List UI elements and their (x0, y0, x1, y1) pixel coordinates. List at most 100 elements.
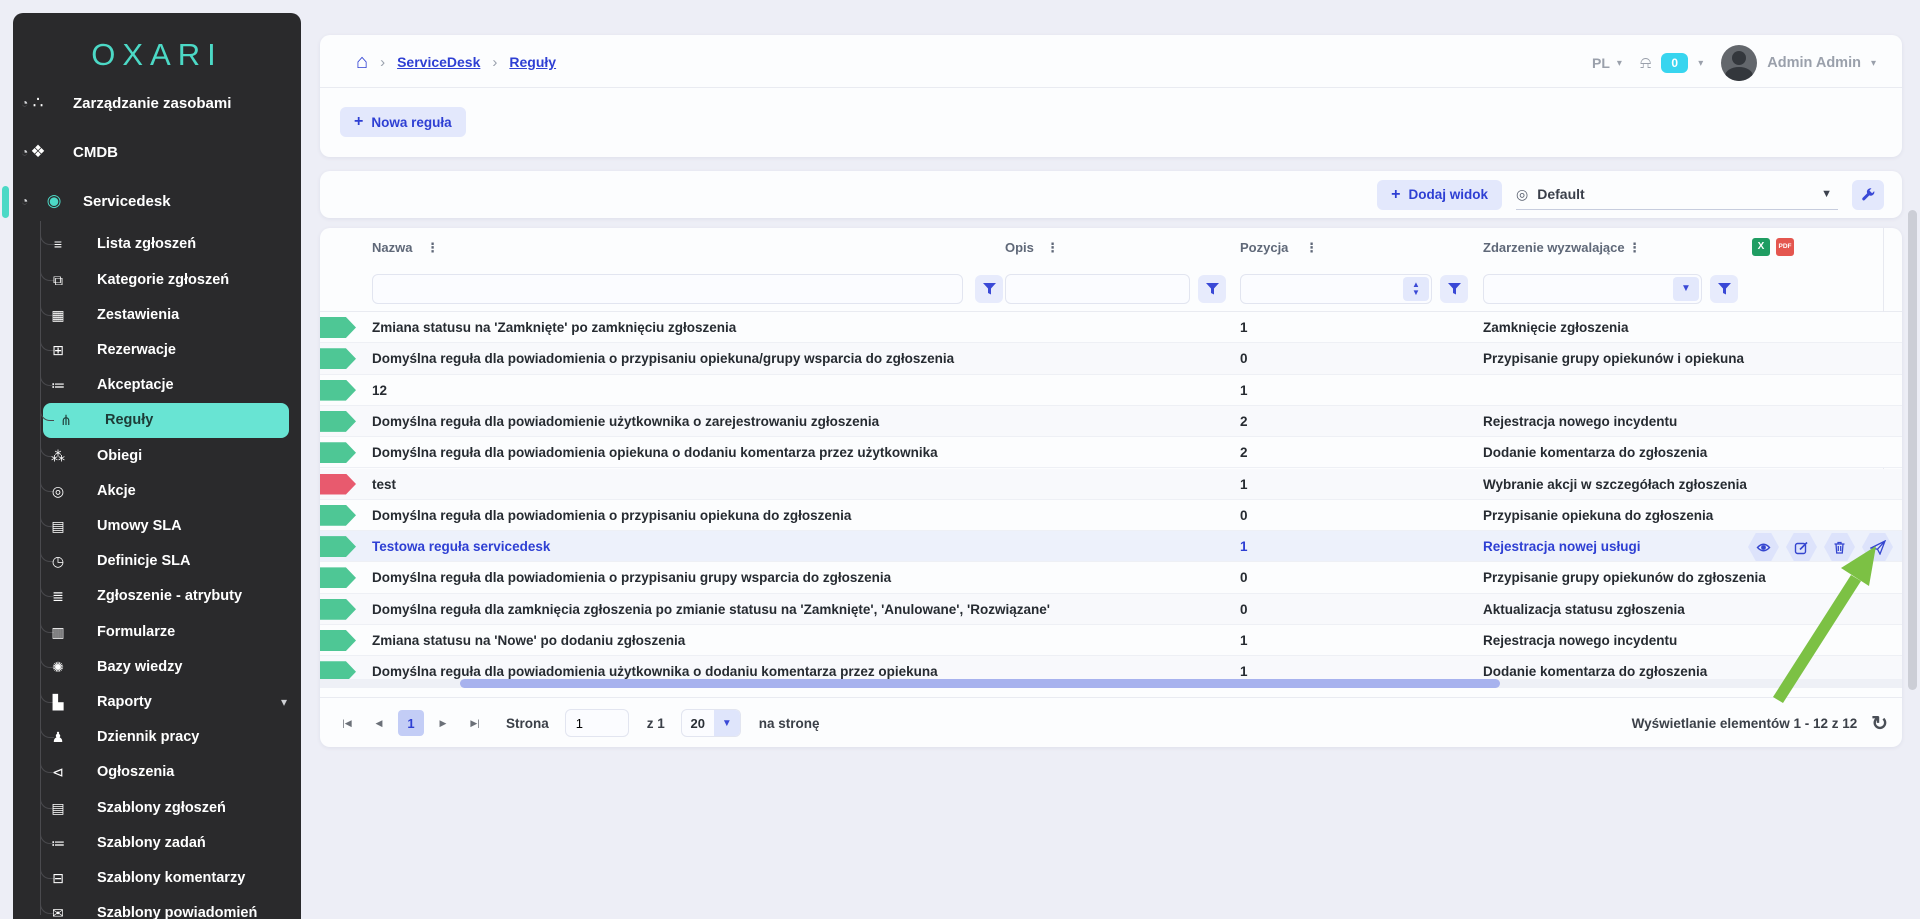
green-status-tag (320, 505, 356, 526)
sidebar-item-bazy-wiedzy[interactable]: ✺Bazy wiedzy (13, 650, 301, 685)
first-page-button[interactable]: |◀ (334, 710, 360, 736)
breadcrumb-separator-icon: › (492, 54, 497, 71)
add-view-button[interactable]: + Dodaj widok (1377, 180, 1502, 210)
column-menu-icon[interactable]: ⋮ (1305, 228, 1318, 266)
last-page-button[interactable]: ▶| (462, 710, 488, 736)
sidebar-item-label: Bazy wiedzy (97, 650, 182, 685)
sidebar-item-definicje-sla[interactable]: ◷Definicje SLA (13, 544, 301, 579)
horizontal-scrollbar-thumb[interactable] (460, 679, 1500, 688)
prev-page-button[interactable]: ◀ (366, 710, 392, 736)
language-selector[interactable]: PL ▾ (1592, 55, 1622, 71)
filter-opis-input[interactable] (1006, 275, 1189, 303)
avatar[interactable] (1721, 45, 1757, 81)
table-row[interactable]: test1Wybranie akcji w szczegółach zgłosz… (320, 469, 1902, 500)
notifications-count-badge[interactable]: 0 (1661, 53, 1688, 73)
column-header-pozycja[interactable]: Pozycja (1240, 228, 1288, 266)
sidebar-item-szablony-komentarzy[interactable]: ⊟Szablony komentarzy (13, 861, 301, 896)
rule-position: 0 (1240, 343, 1248, 374)
edit-row-button[interactable] (1786, 533, 1817, 561)
column-menu-icon[interactable]: ⋮ (1628, 228, 1641, 266)
page-size-select[interactable]: 20 ▼ (681, 709, 741, 737)
sidebar-section-zarzadzanie-zasobami[interactable]: ∴Zarządzanie zasobami◔ (13, 85, 301, 121)
sidebar-item-szablony-zgloszen[interactable]: ▤Szablony zgłoszeń (13, 791, 301, 826)
number-spinner[interactable]: ▲▼ (1403, 277, 1429, 301)
column-menu-icon[interactable]: ⋮ (1046, 228, 1059, 266)
notifications-bell-icon[interactable]: ⍾ (1640, 53, 1651, 73)
next-page-button[interactable]: ▶ (430, 710, 456, 736)
table-row[interactable]: 121 (320, 375, 1902, 406)
green-status-tag (320, 567, 356, 588)
rule-position: 1 (1240, 312, 1248, 343)
sidebar-item-formularze[interactable]: ▥Formularze (13, 615, 301, 650)
funnel-icon (1206, 283, 1219, 296)
app-window: OXARI ∴Zarządzanie zasobami◔❖CMDB◔◉Servi… (0, 0, 1920, 919)
vertical-scrollbar-thumb[interactable] (1908, 210, 1917, 690)
table-row[interactable]: Testowa reguła servicedesk1Rejestracja n… (320, 531, 1902, 562)
export-pdf-icon[interactable]: PDF (1776, 238, 1794, 256)
sidebar-item-reguly[interactable]: ⋔Reguły (43, 403, 289, 438)
chevron-down-icon[interactable]: ▾ (1698, 58, 1703, 69)
rule-name: 12 (372, 375, 387, 406)
user-menu[interactable]: Admin Admin ▾ (1767, 55, 1876, 71)
filter-nazwa-button[interactable] (975, 275, 1003, 303)
new-rule-button[interactable]: + Nowa reguła (340, 107, 466, 137)
rule-name-link[interactable]: Testowa reguła servicedesk (372, 531, 550, 562)
column-header-zdarzenie[interactable]: Zdarzenie wyzwalające (1483, 228, 1625, 266)
sidebar-item-ogloszenia[interactable]: ⊲Ogłoszenia (13, 755, 301, 790)
export-excel-icon[interactable]: X (1752, 238, 1770, 256)
dropdown-chevron-icon[interactable]: ▼ (1673, 277, 1699, 301)
page-1-button[interactable]: 1 (398, 710, 424, 736)
view-select[interactable]: ◎ Default ▼ (1516, 180, 1838, 210)
view-row-button[interactable] (1748, 533, 1779, 561)
page-input[interactable] (565, 709, 629, 737)
delete-row-button[interactable] (1824, 533, 1855, 561)
table-row[interactable]: Domyślna reguła dla powiadomienia opieku… (320, 437, 1902, 468)
sidebar-item-akcje[interactable]: ◎Akcje (13, 474, 301, 509)
table-row[interactable]: Domyślna reguła dla powiadomienia o przy… (320, 500, 1902, 531)
table-row[interactable]: Domyślna reguła dla powiadomienia o przy… (320, 562, 1902, 593)
filter-row: ▲▼ ▼ (320, 266, 1902, 312)
sidebar-item-lista-zgloszen[interactable]: ≡Lista zgłoszeń (13, 227, 301, 262)
breadcrumb-reguly[interactable]: Reguły (509, 54, 556, 70)
trash-icon (1832, 540, 1847, 555)
refresh-icon[interactable]: ↻ (1871, 711, 1888, 736)
sidebar-item-umowy-sla[interactable]: ▤Umowy SLA (13, 509, 301, 544)
table-row[interactable]: Zmiana statusu na 'Zamknięte' po zamknię… (320, 312, 1902, 343)
sidebar-item-zgloszenie-atrybuty[interactable]: ≣Zgłoszenie - atrybuty (13, 579, 301, 614)
send-row-button[interactable] (1862, 533, 1893, 561)
sidebar-item-label: Lista zgłoszeń (97, 227, 196, 262)
column-menu-icon[interactable]: ⋮ (426, 228, 439, 266)
column-header-nazwa[interactable]: Nazwa (372, 228, 412, 266)
sidebar-item-dziennik-pracy[interactable]: ♟Dziennik pracy (13, 720, 301, 755)
table-row[interactable]: Domyślna reguła dla zamknięcia zgłoszeni… (320, 594, 1902, 625)
table-row[interactable]: Domyślna reguła dla powiadomienie użytko… (320, 406, 1902, 437)
column-header-opis[interactable]: Opis (1005, 228, 1034, 266)
table-row[interactable]: Domyślna reguła dla powiadomienia o przy… (320, 343, 1902, 374)
sidebar-item-akceptacje[interactable]: ≔Akceptacje (13, 368, 301, 403)
rule-position: 1 (1240, 469, 1248, 500)
sidebar-item-rezerwacje[interactable]: ⊞Rezerwacje (13, 333, 301, 368)
filter-nazwa-input[interactable] (373, 275, 962, 303)
table-row[interactable]: Zmiana statusu na 'Nowe' po dodaniu zgło… (320, 625, 1902, 656)
filter-zdarzenie-input[interactable] (1484, 275, 1701, 303)
sidebar-item-label: Kategorie zgłoszeń (97, 263, 229, 298)
gauge-badge-icon: ◔ (21, 194, 28, 208)
rule-name: Domyślna reguła dla powiadomienia o przy… (372, 500, 851, 531)
filter-opis-button[interactable] (1198, 275, 1226, 303)
sidebar-item-kategorie-zgloszen[interactable]: ⧉Kategorie zgłoszeń (13, 263, 301, 298)
sidebar-item-obiegi[interactable]: ⁂Obiegi (13, 439, 301, 474)
sidebar-item-zestawienia[interactable]: ▦Zestawienia (13, 298, 301, 333)
filter-zdarzenie-button[interactable] (1710, 275, 1738, 303)
servicedesk-icon: ◉ (42, 191, 66, 211)
plus-icon: + (354, 113, 363, 131)
tree-connector (40, 397, 54, 421)
sidebar-section-servicedesk[interactable]: ◉Servicedesk◔ (13, 183, 301, 219)
sidebar-item-szablony-powiadomien[interactable]: ✉Szablony powiadomień (13, 896, 301, 919)
sidebar-item-szablony-zadan[interactable]: ≔Szablony zadań (13, 826, 301, 861)
view-settings-button[interactable] (1852, 180, 1884, 210)
breadcrumb-servicedesk[interactable]: ServiceDesk (397, 54, 480, 70)
home-icon[interactable]: ⌂ (356, 51, 368, 74)
filter-pozycja-button[interactable] (1440, 275, 1468, 303)
sidebar-item-raporty[interactable]: ▙Raporty▾ (13, 685, 301, 720)
sidebar-section-cmdb[interactable]: ❖CMDB◔ (13, 134, 301, 170)
